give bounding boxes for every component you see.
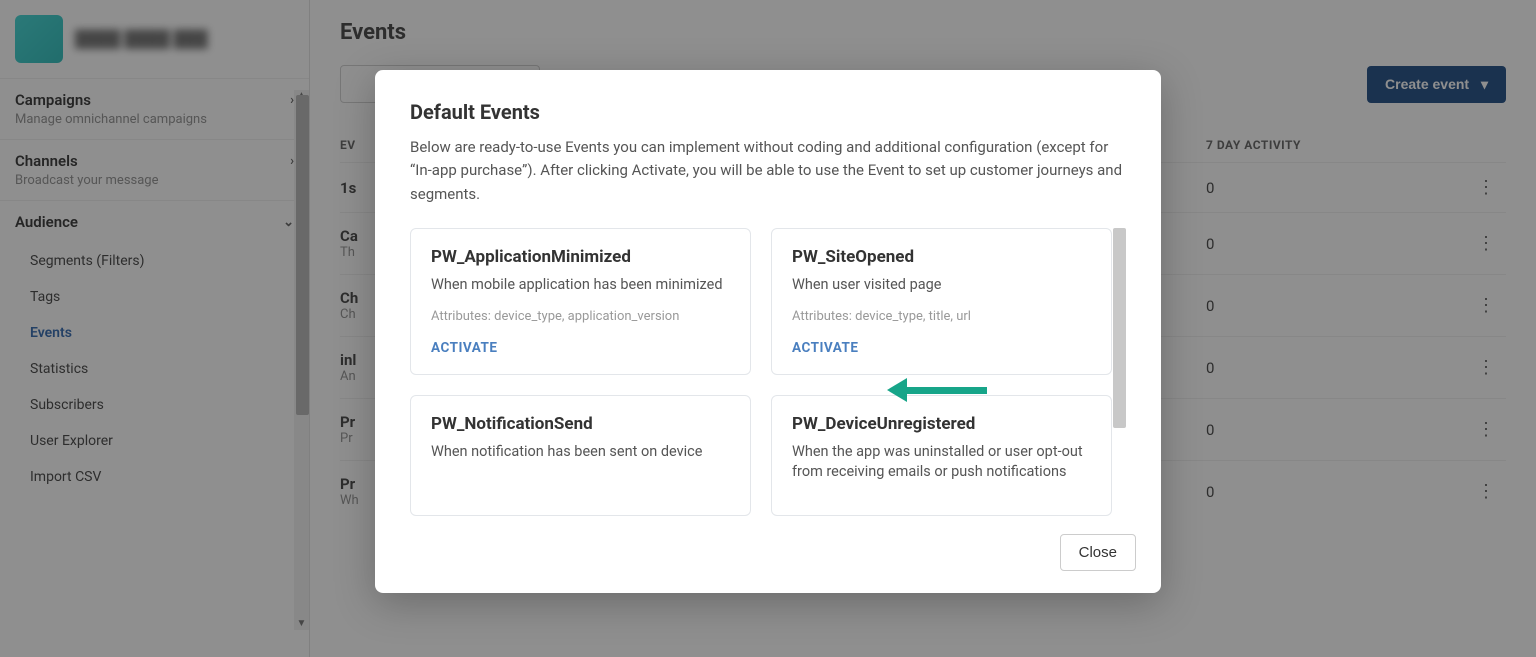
event-card: PW_SiteOpened When user visited page Attri… xyxy=(771,228,1112,375)
card-desc: When user visited page xyxy=(792,275,1091,295)
event-card: PW_NotificationSend When notification has… xyxy=(410,395,751,516)
event-card: PW_ApplicationMinimized When mobile appli… xyxy=(410,228,751,375)
card-attrs: Attributes: device_type, application_ver… xyxy=(431,309,730,324)
card-title: PW_DeviceUnregistered xyxy=(792,414,1091,434)
activate-button[interactable]: ACTIVATE xyxy=(431,340,730,356)
activate-button[interactable]: ACTIVATE xyxy=(792,340,1091,356)
modal-overlay: Default Events Below are ready-to-use Ev… xyxy=(0,0,1536,657)
default-events-modal: Default Events Below are ready-to-use Ev… xyxy=(375,70,1161,593)
card-desc: When notification has been sent on devic… xyxy=(431,442,730,462)
card-title: PW_SiteOpened xyxy=(792,247,1091,267)
event-card: PW_DeviceUnregistered When the app was un… xyxy=(771,395,1112,516)
modal-description: Below are ready-to-use Events you can im… xyxy=(410,136,1126,206)
card-title: PW_NotificationSend xyxy=(431,414,730,434)
modal-scrollbar-thumb[interactable] xyxy=(1113,228,1126,428)
card-attrs: Attributes: device_type, title, url xyxy=(792,309,1091,324)
card-desc: When the app was uninstalled or user opt… xyxy=(792,442,1091,483)
card-title: PW_ApplicationMinimized xyxy=(431,247,730,267)
modal-title: Default Events xyxy=(410,100,1126,124)
modal-scrollbar[interactable]: ▲ ▼ xyxy=(1113,228,1126,516)
close-button[interactable]: Close xyxy=(1060,534,1136,571)
card-desc: When mobile application has been minimiz… xyxy=(431,275,730,295)
